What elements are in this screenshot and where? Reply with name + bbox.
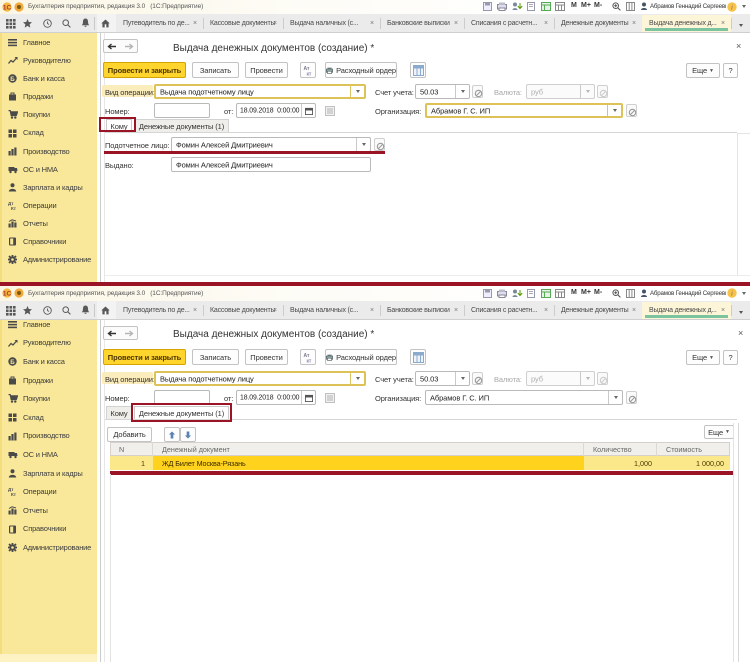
svg-text:Кт: Кт [11,492,17,496]
svg-text:Кт: Кт [11,206,17,210]
svg-text:Б: Б [10,76,15,83]
svg-text:Б: Б [10,359,15,366]
svg-text:кт: кт [306,71,311,76]
svg-text:1C: 1C [3,4,12,11]
svg-text:1C: 1C [3,290,12,297]
svg-text:i: i [731,290,733,298]
svg-text:кт: кт [306,358,311,363]
svg-text:i: i [731,3,733,11]
